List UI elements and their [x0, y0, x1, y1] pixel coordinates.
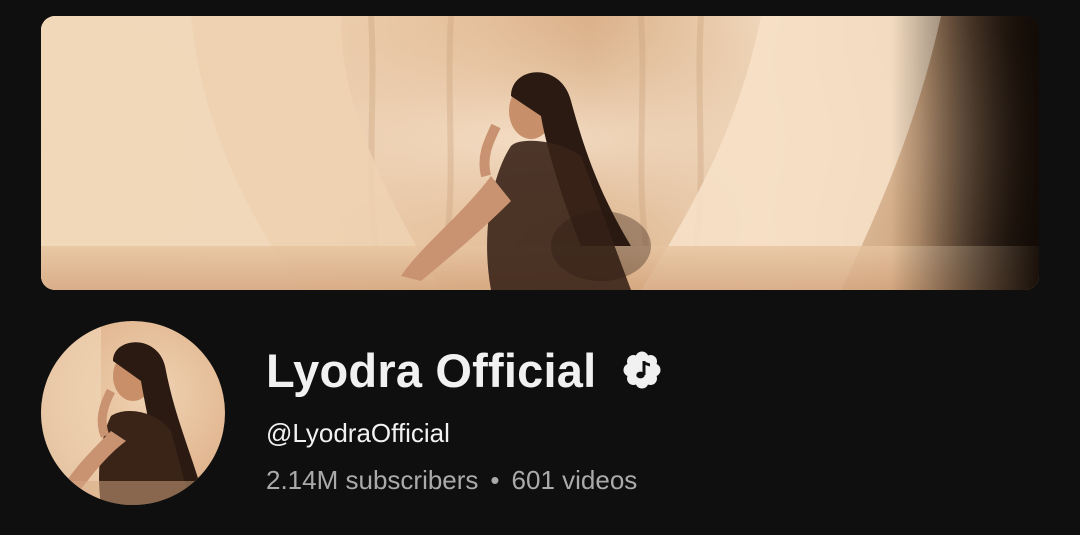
- channel-title-row: Lyodra Official: [266, 340, 662, 400]
- channel-banner[interactable]: [41, 16, 1039, 290]
- channel-stats: 2.14M subscribers • 601 videos: [266, 465, 637, 496]
- channel-header: Lyodra Official @LyodraOfficial 2.14M su…: [0, 0, 1080, 535]
- stats-separator: •: [490, 465, 500, 495]
- banner-photo: [41, 16, 1039, 290]
- video-count: 601 videos: [511, 465, 638, 495]
- official-artist-music-note-icon: [622, 350, 662, 390]
- channel-avatar[interactable]: [41, 321, 225, 505]
- avatar-photo: [41, 321, 225, 505]
- channel-name: Lyodra Official: [266, 343, 597, 397]
- subscriber-count: 2.14M subscribers: [266, 465, 479, 495]
- channel-handle[interactable]: @LyodraOfficial: [266, 418, 450, 449]
